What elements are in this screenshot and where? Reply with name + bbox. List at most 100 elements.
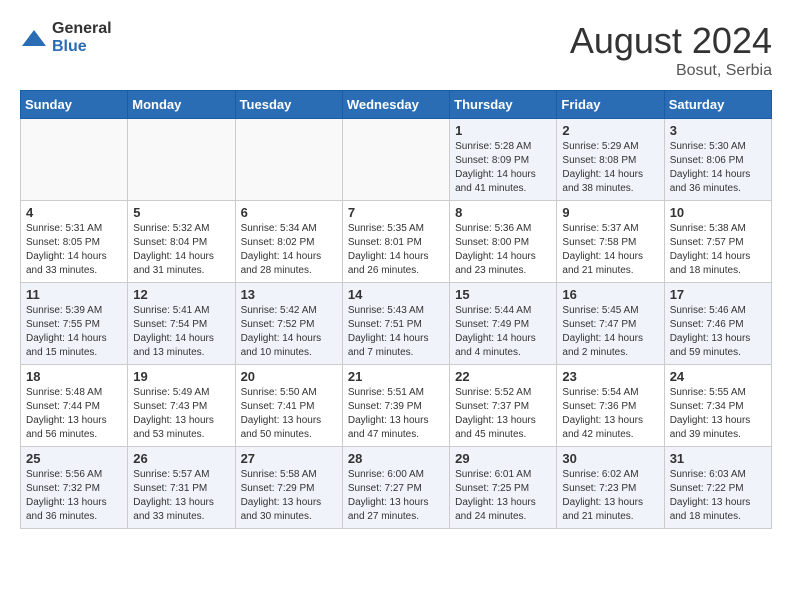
logo: General Blue <box>20 20 112 56</box>
calendar-cell: 26 Sunrise: 5:57 AM Sunset: 7:31 PM Dayli… <box>128 447 235 529</box>
day-number: 27 <box>241 451 337 466</box>
calendar-cell: 12 Sunrise: 5:41 AM Sunset: 7:54 PM Dayli… <box>128 283 235 365</box>
day-info: Sunrise: 5:44 AM Sunset: 7:49 PM Dayligh… <box>455 304 551 360</box>
day-number: 4 <box>26 205 122 220</box>
calendar-table: SundayMondayTuesdayWednesdayThursdayFrid… <box>20 90 772 529</box>
day-number: 6 <box>241 205 337 220</box>
day-number: 12 <box>133 287 229 302</box>
day-info: Sunrise: 6:02 AM Sunset: 7:23 PM Dayligh… <box>562 468 658 524</box>
calendar-cell <box>128 119 235 201</box>
day-info: Sunrise: 6:00 AM Sunset: 7:27 PM Dayligh… <box>348 468 444 524</box>
day-info: Sunrise: 5:43 AM Sunset: 7:51 PM Dayligh… <box>348 304 444 360</box>
calendar-cell: 6 Sunrise: 5:34 AM Sunset: 8:02 PM Daylig… <box>235 201 342 283</box>
calendar-cell: 16 Sunrise: 5:45 AM Sunset: 7:47 PM Dayli… <box>557 283 664 365</box>
weekday-header-row: SundayMondayTuesdayWednesdayThursdayFrid… <box>21 91 772 119</box>
day-number: 25 <box>26 451 122 466</box>
weekday-header-wednesday: Wednesday <box>342 91 449 119</box>
day-info: Sunrise: 6:01 AM Sunset: 7:25 PM Dayligh… <box>455 468 551 524</box>
day-info: Sunrise: 5:55 AM Sunset: 7:34 PM Dayligh… <box>670 386 766 442</box>
day-info: Sunrise: 5:38 AM Sunset: 7:57 PM Dayligh… <box>670 222 766 278</box>
day-info: Sunrise: 5:42 AM Sunset: 7:52 PM Dayligh… <box>241 304 337 360</box>
day-info: Sunrise: 5:39 AM Sunset: 7:55 PM Dayligh… <box>26 304 122 360</box>
day-info: Sunrise: 5:36 AM Sunset: 8:00 PM Dayligh… <box>455 222 551 278</box>
weekday-header-monday: Monday <box>128 91 235 119</box>
calendar-cell: 10 Sunrise: 5:38 AM Sunset: 7:57 PM Dayli… <box>664 201 771 283</box>
calendar-week-row: 25 Sunrise: 5:56 AM Sunset: 7:32 PM Dayli… <box>21 447 772 529</box>
day-number: 17 <box>670 287 766 302</box>
calendar-cell: 3 Sunrise: 5:30 AM Sunset: 8:06 PM Daylig… <box>664 119 771 201</box>
day-number: 22 <box>455 369 551 384</box>
calendar-week-row: 11 Sunrise: 5:39 AM Sunset: 7:55 PM Dayli… <box>21 283 772 365</box>
day-info: Sunrise: 5:30 AM Sunset: 8:06 PM Dayligh… <box>670 140 766 196</box>
day-number: 31 <box>670 451 766 466</box>
calendar-cell: 29 Sunrise: 6:01 AM Sunset: 7:25 PM Dayli… <box>450 447 557 529</box>
calendar-cell: 11 Sunrise: 5:39 AM Sunset: 7:55 PM Dayli… <box>21 283 128 365</box>
calendar-cell: 13 Sunrise: 5:42 AM Sunset: 7:52 PM Dayli… <box>235 283 342 365</box>
day-info: Sunrise: 5:52 AM Sunset: 7:37 PM Dayligh… <box>455 386 551 442</box>
day-info: Sunrise: 5:34 AM Sunset: 8:02 PM Dayligh… <box>241 222 337 278</box>
day-info: Sunrise: 5:51 AM Sunset: 7:39 PM Dayligh… <box>348 386 444 442</box>
day-info: Sunrise: 5:28 AM Sunset: 8:09 PM Dayligh… <box>455 140 551 196</box>
day-number: 3 <box>670 123 766 138</box>
day-number: 11 <box>26 287 122 302</box>
calendar-cell <box>235 119 342 201</box>
day-info: Sunrise: 5:31 AM Sunset: 8:05 PM Dayligh… <box>26 222 122 278</box>
day-number: 28 <box>348 451 444 466</box>
calendar-cell: 22 Sunrise: 5:52 AM Sunset: 7:37 PM Dayli… <box>450 365 557 447</box>
logo-general-text: General <box>52 20 112 37</box>
day-number: 16 <box>562 287 658 302</box>
logo-icon <box>20 28 48 48</box>
calendar-cell: 30Sunrise: 6:02 AM Sunset: 7:23 PM Dayli… <box>557 447 664 529</box>
day-info: Sunrise: 5:41 AM Sunset: 7:54 PM Dayligh… <box>133 304 229 360</box>
day-info: Sunrise: 5:50 AM Sunset: 7:41 PM Dayligh… <box>241 386 337 442</box>
day-info: Sunrise: 5:45 AM Sunset: 7:47 PM Dayligh… <box>562 304 658 360</box>
day-number: 1 <box>455 123 551 138</box>
calendar-cell: 14 Sunrise: 5:43 AM Sunset: 7:51 PM Dayli… <box>342 283 449 365</box>
day-number: 10 <box>670 205 766 220</box>
calendar-cell: 18Sunrise: 5:48 AM Sunset: 7:44 PM Dayli… <box>21 365 128 447</box>
day-number: 5 <box>133 205 229 220</box>
day-number: 15 <box>455 287 551 302</box>
day-info: Sunrise: 5:29 AM Sunset: 8:08 PM Dayligh… <box>562 140 658 196</box>
logo-blue-text: Blue <box>52 38 87 55</box>
calendar-body: 1 Sunrise: 5:28 AM Sunset: 8:09 PM Daylig… <box>21 119 772 529</box>
day-number: 14 <box>348 287 444 302</box>
calendar-cell: 24 Sunrise: 5:55 AM Sunset: 7:34 PM Dayli… <box>664 365 771 447</box>
calendar-cell <box>21 119 128 201</box>
day-number: 26 <box>133 451 229 466</box>
weekday-header-tuesday: Tuesday <box>235 91 342 119</box>
day-info: Sunrise: 5:46 AM Sunset: 7:46 PM Dayligh… <box>670 304 766 360</box>
page-header: General Blue August 2024 Bosut, Serbia <box>20 20 772 80</box>
day-number: 13 <box>241 287 337 302</box>
calendar-cell: 7Sunrise: 5:35 AM Sunset: 8:01 PM Daylig… <box>342 201 449 283</box>
day-number: 20 <box>241 369 337 384</box>
calendar-cell: 28 Sunrise: 6:00 AM Sunset: 7:27 PM Dayli… <box>342 447 449 529</box>
calendar-cell: 23 Sunrise: 5:54 AM Sunset: 7:36 PM Dayli… <box>557 365 664 447</box>
day-number: 19 <box>133 369 229 384</box>
weekday-header-friday: Friday <box>557 91 664 119</box>
day-number: 29 <box>455 451 551 466</box>
day-info: Sunrise: 5:54 AM Sunset: 7:36 PM Dayligh… <box>562 386 658 442</box>
calendar-cell: 2Sunrise: 5:29 AM Sunset: 8:08 PM Daylig… <box>557 119 664 201</box>
calendar-cell: 21 Sunrise: 5:51 AM Sunset: 7:39 PM Dayli… <box>342 365 449 447</box>
day-number: 23 <box>562 369 658 384</box>
calendar-cell: 25 Sunrise: 5:56 AM Sunset: 7:32 PM Dayli… <box>21 447 128 529</box>
month-year-title: August 2024 <box>570 20 772 62</box>
calendar-cell: 20 Sunrise: 5:50 AM Sunset: 7:41 PM Dayli… <box>235 365 342 447</box>
weekday-header-thursday: Thursday <box>450 91 557 119</box>
day-info: Sunrise: 5:56 AM Sunset: 7:32 PM Dayligh… <box>26 468 122 524</box>
weekday-header-saturday: Saturday <box>664 91 771 119</box>
day-info: Sunrise: 5:32 AM Sunset: 8:04 PM Dayligh… <box>133 222 229 278</box>
day-number: 21 <box>348 369 444 384</box>
day-info: Sunrise: 5:57 AM Sunset: 7:31 PM Dayligh… <box>133 468 229 524</box>
calendar-week-row: 4 Sunrise: 5:31 AM Sunset: 8:05 PM Daylig… <box>21 201 772 283</box>
day-info: Sunrise: 5:58 AM Sunset: 7:29 PM Dayligh… <box>241 468 337 524</box>
day-number: 8 <box>455 205 551 220</box>
location-subtitle: Bosut, Serbia <box>570 62 772 80</box>
day-info: Sunrise: 5:48 AM Sunset: 7:44 PM Dayligh… <box>26 386 122 442</box>
weekday-header-sunday: Sunday <box>21 91 128 119</box>
day-number: 24 <box>670 369 766 384</box>
calendar-cell: 27 Sunrise: 5:58 AM Sunset: 7:29 PM Dayli… <box>235 447 342 529</box>
day-info: Sunrise: 6:03 AM Sunset: 7:22 PM Dayligh… <box>670 468 766 524</box>
calendar-header: SundayMondayTuesdayWednesdayThursdayFrid… <box>21 91 772 119</box>
